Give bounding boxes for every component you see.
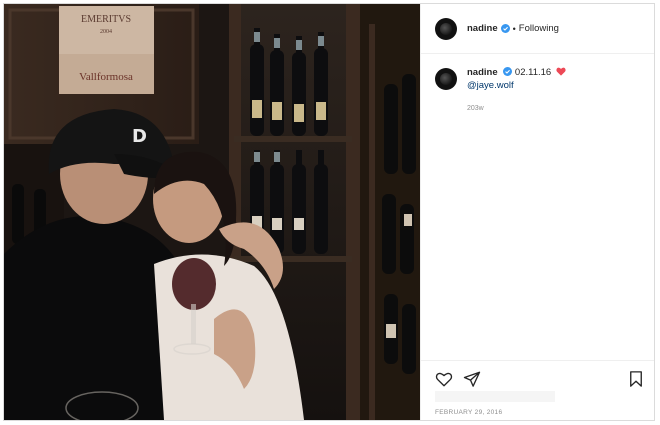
post-photo[interactable]: EMERITVS 2004 Vallformosa D (4, 4, 420, 420)
follow-status-button[interactable]: Following (519, 23, 559, 34)
verified-badge-icon (503, 67, 513, 76)
bookmark-icon[interactable] (627, 370, 645, 388)
post-header: nadine • Following (421, 4, 654, 54)
caption-mention-link[interactable]: @jaye.wolf (467, 79, 566, 92)
caption-block: nadine 02.11.16 @jaye.wolf 203w (421, 54, 654, 115)
caption-age: 203w (467, 105, 484, 112)
caption-username[interactable]: nadine (467, 67, 498, 78)
action-bar: FEBRUARY 29, 2016 (421, 360, 654, 420)
caption-text: 02.11.16 (514, 67, 552, 78)
avatar[interactable] (435, 17, 457, 40)
heart-icon[interactable] (435, 370, 453, 388)
photo-illustration: EMERITVS 2004 Vallformosa D (4, 4, 420, 420)
share-icon[interactable] (463, 370, 481, 388)
likes-placeholder (435, 391, 555, 402)
wine-label-year: 2004 (100, 29, 112, 35)
header-username[interactable]: nadine (467, 23, 498, 34)
separator-dot: • (512, 23, 516, 34)
post-dialog: EMERITVS 2004 Vallformosa D nadine • Fol… (3, 3, 655, 421)
red-heart-emoji-icon (556, 67, 566, 76)
wine-label-top: EMERITVS (81, 14, 131, 25)
verified-badge-icon (500, 24, 510, 33)
post-date[interactable]: FEBRUARY 29, 2016 (435, 409, 502, 416)
caption-avatar[interactable] (435, 68, 457, 90)
post-sidebar: nadine • Following nadine 02.11.16 @jaye… (420, 4, 654, 420)
cap-logo: D (132, 126, 147, 147)
wine-label-brand: Vallformosa (79, 71, 133, 83)
